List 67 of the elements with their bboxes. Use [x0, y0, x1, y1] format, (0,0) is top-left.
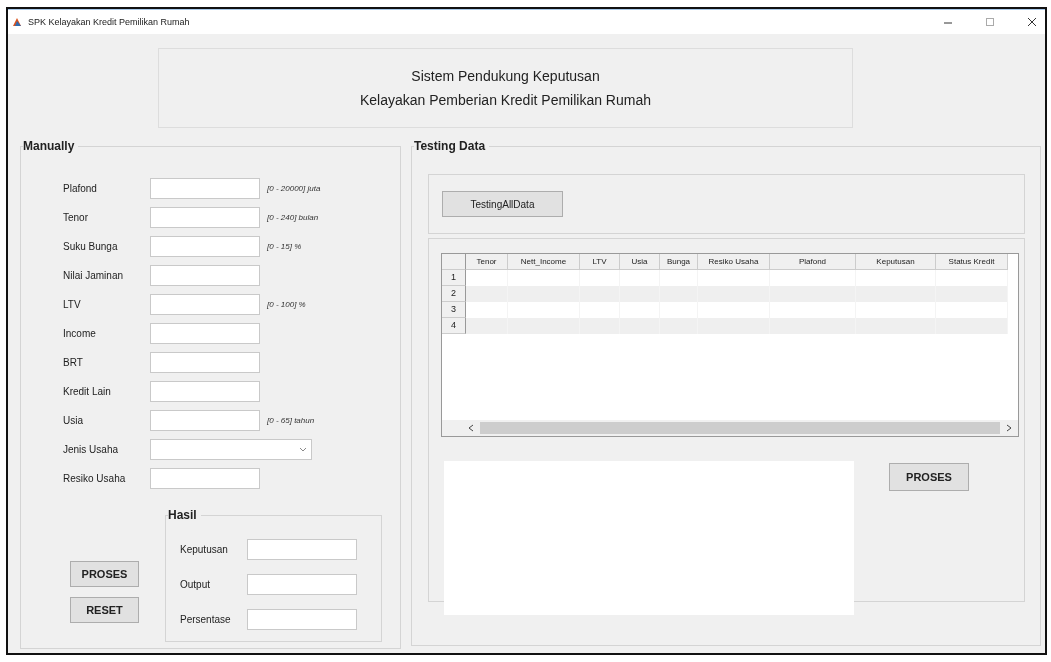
output-field[interactable] [247, 609, 357, 630]
field-label: Kredit Lain [63, 386, 112, 397]
field-label: Keputusan [180, 544, 229, 555]
field-label: Resiko Usaha [63, 473, 127, 484]
scroll-thumb[interactable] [480, 422, 1000, 434]
column-header[interactable]: Usia [620, 254, 660, 270]
scroll-left-icon[interactable] [468, 424, 474, 432]
field-label: Income [63, 328, 97, 339]
field-label: Persentase [180, 614, 232, 625]
column-header[interactable]: Status Kredit [936, 254, 1008, 270]
output-field[interactable] [247, 574, 357, 595]
panel-title: Testing Data [414, 139, 490, 153]
range-hint: [0 - 20000] juta [267, 184, 321, 193]
window-title: SPK Kelayakan Kredit Pemilikan Rumah [28, 17, 190, 27]
output-field[interactable] [247, 539, 357, 560]
dropdown-field[interactable] [150, 439, 312, 460]
row-header: 2 [442, 286, 466, 302]
input-field[interactable] [150, 323, 260, 344]
field-label: Usia [63, 415, 84, 426]
column-header[interactable]: LTV [580, 254, 620, 270]
input-field[interactable] [150, 294, 260, 315]
row-header: 3 [442, 302, 466, 318]
input-field[interactable] [150, 178, 260, 199]
field-label: LTV [63, 299, 82, 310]
column-header[interactable]: Keputusan [856, 254, 936, 270]
range-hint: [0 - 15] % [267, 242, 302, 251]
field-label: Plafond [63, 183, 98, 194]
caret-icon [299, 447, 307, 452]
input-field[interactable] [150, 265, 260, 286]
range-hint: [0 - 65] tahun [267, 416, 315, 425]
scroll-right-icon[interactable] [1006, 424, 1012, 432]
action-button[interactable]: PROSES [70, 561, 139, 587]
field-label: Tenor [63, 212, 89, 223]
field-label: BRT [63, 357, 84, 368]
input-field[interactable] [150, 236, 260, 257]
field-label: Suku Bunga [63, 241, 119, 252]
column-header[interactable]: Bunga [660, 254, 698, 270]
app-icon [12, 17, 22, 27]
horizontal-scrollbar[interactable] [442, 420, 1018, 436]
range-hint: [0 - 240] bulan [267, 213, 319, 222]
field-label: Jenis Usaha [63, 444, 120, 455]
table-cell [466, 318, 508, 334]
column-header[interactable]: Tenor [466, 254, 508, 270]
column-header[interactable]: Plafond [770, 254, 856, 270]
process-button[interactable]: PROSES [889, 463, 969, 491]
maximize-icon[interactable] [985, 17, 995, 27]
field-label: Nilai Jaminan [63, 270, 125, 281]
column-header[interactable]: Resiko Usaha [698, 254, 770, 270]
table-cell [466, 286, 508, 302]
header-text: Sistem Pendukung Keputusan [411, 68, 600, 84]
column-header[interactable]: Nett_Income [508, 254, 580, 270]
testing-button[interactable]: TestingAllData [442, 191, 563, 217]
panel-title: Hasil [168, 508, 201, 522]
field-label: Output [180, 579, 212, 590]
row-header: 1 [442, 270, 466, 286]
text-area[interactable] [444, 461, 854, 615]
input-field[interactable] [150, 381, 260, 402]
header-text: Kelayakan Pemberian Kredit Pemilikan Rumah [359, 92, 651, 108]
panel-title: Manually [23, 139, 79, 153]
row-header: 4 [442, 318, 466, 334]
input-field[interactable] [150, 468, 260, 489]
close-icon[interactable] [1027, 17, 1037, 27]
input-field[interactable] [150, 207, 260, 228]
input-field[interactable] [150, 410, 260, 431]
action-button[interactable]: RESET [70, 597, 139, 623]
range-hint: [0 - 100] % [267, 300, 306, 309]
input-field[interactable] [150, 352, 260, 373]
